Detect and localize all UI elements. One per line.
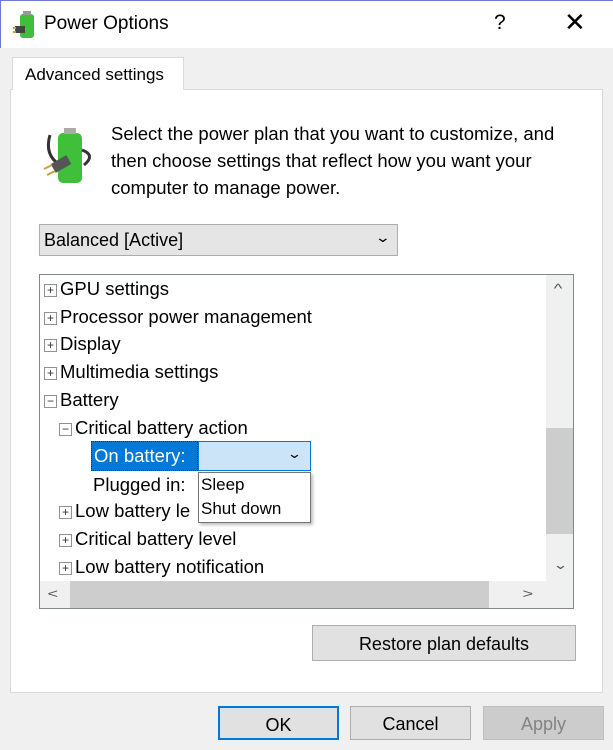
tree-item-critical-battery-action[interactable]: − Critical battery action (59, 417, 248, 443)
option-shut-down[interactable]: Shut down (199, 497, 310, 521)
vertical-scroll-thumb[interactable] (546, 428, 573, 534)
apply-button[interactable]: Apply (483, 706, 604, 740)
horizontal-scroll-thumb[interactable] (70, 581, 489, 608)
power-plan-icon (43, 128, 91, 183)
on-battery-label[interactable]: On battery: (91, 441, 198, 471)
description-text: Select the power plan that you want to c… (111, 123, 555, 198)
window-title: Power Options (44, 13, 169, 34)
tree-item-label: Low battery notification (75, 556, 265, 577)
expand-icon[interactable]: + (59, 534, 72, 547)
tree-item-label: Critical battery action (75, 417, 248, 438)
ok-button[interactable]: OK (218, 706, 339, 740)
tree-item-label: Multimedia settings (60, 361, 219, 382)
chevron-down-icon: ⌄ (286, 446, 303, 461)
collapse-icon[interactable]: − (59, 423, 72, 436)
tree-item-label: Critical battery level (75, 528, 237, 549)
tree-item-multimedia[interactable]: + Multimedia settings (44, 361, 218, 387)
title-bar: Power Options ? ✕ (0, 0, 613, 48)
tree-item-low-battery-level[interactable]: + Low battery le (59, 500, 190, 526)
scroll-right-icon[interactable]: > (522, 586, 533, 601)
expand-icon[interactable]: + (44, 339, 57, 352)
chevron-down-icon: ⌄ (374, 229, 392, 245)
tree-item-low-battery-notification[interactable]: + Low battery notification (59, 556, 264, 582)
tree-item-processor-power[interactable]: + Processor power management (44, 306, 312, 332)
tree-item-critical-battery-level[interactable]: + Critical battery level (59, 528, 236, 554)
expand-icon[interactable]: + (59, 506, 72, 519)
plugged-in-label: Plugged in: (93, 474, 186, 495)
scroll-up-icon[interactable]: ^ (554, 281, 563, 296)
tree-item-label: Low battery le (75, 500, 191, 521)
help-button[interactable]: ? (494, 11, 506, 35)
scroll-left-icon[interactable]: < (47, 586, 58, 601)
on-battery-dropdown-list: Sleep Shut down (198, 472, 311, 523)
tree-item-label: GPU settings (60, 278, 169, 299)
expand-icon[interactable]: + (44, 367, 57, 380)
scroll-down-icon[interactable]: ⌄ (553, 557, 568, 573)
power-plan-value: Balanced [Active] (44, 230, 184, 250)
option-sleep[interactable]: Sleep (199, 473, 310, 497)
expand-icon[interactable]: + (44, 284, 57, 297)
tab-advanced-settings[interactable]: Advanced settings (12, 57, 184, 90)
expand-icon[interactable]: + (44, 312, 57, 325)
settings-tree[interactable]: + GPU settings + Processor power managemen… (39, 274, 574, 609)
cancel-button[interactable]: Cancel (350, 706, 471, 740)
expand-icon[interactable]: + (59, 562, 72, 575)
collapse-icon[interactable]: − (44, 395, 57, 408)
tree-item-battery[interactable]: − Battery (44, 389, 119, 415)
on-battery-select[interactable]: ⌄ (198, 441, 311, 471)
power-battery-icon (13, 11, 34, 38)
close-button[interactable]: ✕ (564, 7, 586, 38)
tree-item-gpu-settings[interactable]: + GPU settings (44, 278, 169, 304)
restore-plan-defaults-button[interactable]: Restore plan defaults (312, 625, 576, 661)
tree-item-label: Display (60, 333, 121, 354)
tree-item-label: Battery (60, 389, 119, 410)
power-plan-select[interactable]: Balanced [Active] ⌄ (39, 224, 398, 256)
tree-item-display[interactable]: + Display (44, 333, 121, 359)
tree-item-label: Processor power management (60, 306, 312, 327)
